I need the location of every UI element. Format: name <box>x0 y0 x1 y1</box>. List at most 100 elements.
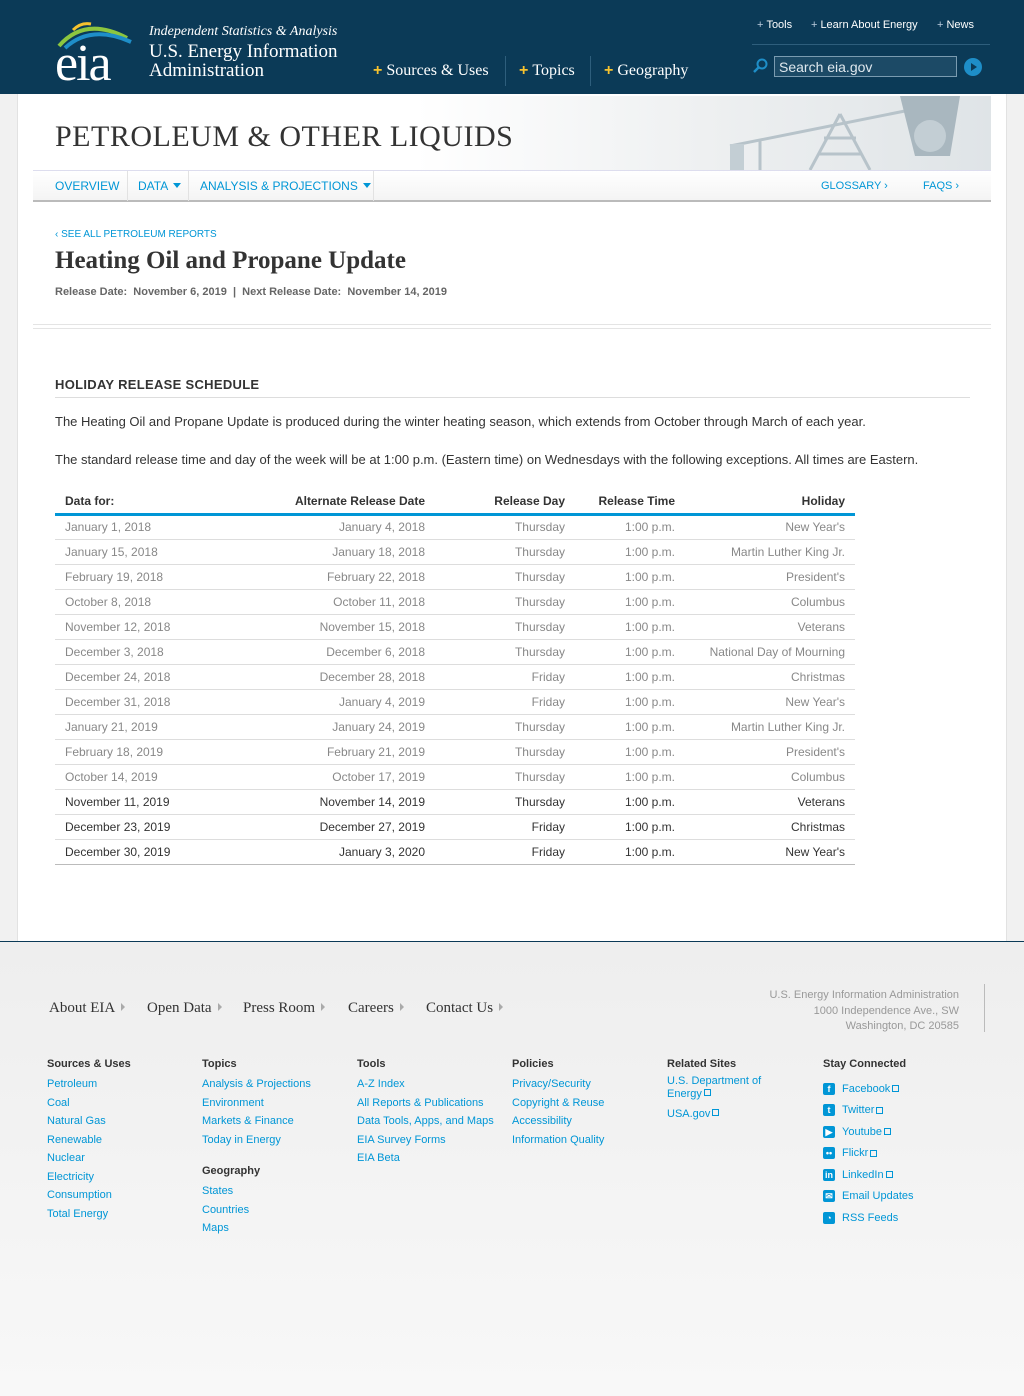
footer-link-open-data[interactable]: Open Data <box>147 1000 222 1017</box>
footer-link-accessibility[interactable]: Accessibility <box>512 1112 604 1131</box>
top-link-learn-about-energy[interactable]: + Learn About Energy <box>811 19 918 31</box>
footer-link-contact-us[interactable]: Contact Us <box>426 1000 504 1017</box>
section-title: PETROLEUM & OTHER LIQUIDS <box>55 120 514 153</box>
cell-holiday: Columbus <box>685 764 855 790</box>
social-rss-feeds[interactable]: ◔ RSS Feeds <box>823 1207 914 1229</box>
social-youtube[interactable]: ▶ Youtube <box>823 1121 914 1143</box>
cell-release-time: 1:00 p.m. <box>575 589 685 615</box>
search-submit-button[interactable] <box>964 58 982 76</box>
cell-data-for: December 3, 2018 <box>55 639 255 665</box>
cell-alternate-release-date: February 22, 2018 <box>255 564 435 590</box>
footer-col-heading: Tools <box>357 1058 386 1070</box>
cell-release-day: Thursday <box>435 789 575 815</box>
footer-link-about-eia[interactable]: About EIA <box>49 1000 126 1017</box>
footer-link-total-energy[interactable]: Total Energy <box>47 1205 131 1224</box>
footer-link-natural-gas[interactable]: Natural Gas <box>47 1112 131 1131</box>
eia-logo[interactable]: eia <box>55 20 135 90</box>
footer-col-related-sites: Related Sites U.S. Department of Energy … <box>667 1058 777 1124</box>
cell-release-day: Friday <box>435 664 575 690</box>
footer-link-a-z-index[interactable]: A-Z Index <box>357 1075 494 1094</box>
nav-topics[interactable]: + Topics <box>519 62 575 80</box>
col-data-for: Data for: <box>55 489 255 516</box>
footer-link-environment[interactable]: Environment <box>202 1094 311 1113</box>
flickr-icon: •• <box>823 1147 835 1160</box>
footer-link-eia-beta[interactable]: EIA Beta <box>357 1149 494 1168</box>
cell-alternate-release-date: December 6, 2018 <box>255 639 435 665</box>
footer-link-electricity[interactable]: Electricity <box>47 1168 131 1187</box>
footer-link-petroleum[interactable]: Petroleum <box>47 1075 131 1094</box>
footer-link-countries[interactable]: Countries <box>202 1201 311 1220</box>
email-icon: ✉ <box>823 1190 835 1203</box>
release-separator: | <box>232 286 237 298</box>
social-facebook[interactable]: f Facebook <box>823 1078 914 1100</box>
footer-col-sources-uses: Sources & Uses Petroleum Coal Natural Ga… <box>47 1058 131 1223</box>
footer-link-renewable[interactable]: Renewable <box>47 1131 131 1150</box>
footer-link-nuclear[interactable]: Nuclear <box>47 1149 131 1168</box>
cell-release-time: 1:00 p.m. <box>575 789 685 815</box>
external-link-icon <box>883 1128 891 1136</box>
subnav-analysis-projections[interactable]: ANALYSIS & PROJECTIONS <box>200 179 371 193</box>
footer-link-department-of-energy[interactable]: U.S. Department of Energy <box>667 1075 777 1101</box>
footer-link-consumption[interactable]: Consumption <box>47 1186 131 1205</box>
release-date: November 6, 2019 <box>133 286 227 298</box>
cell-holiday: New Year's <box>685 514 855 540</box>
agency-name[interactable]: U.S. Energy Information Administration <box>149 42 369 80</box>
cell-alternate-release-date: December 27, 2019 <box>255 814 435 840</box>
cell-release-day: Thursday <box>435 514 575 540</box>
subnav-glossary[interactable]: GLOSSARY › <box>821 180 888 192</box>
chevron-right-icon <box>121 1003 126 1011</box>
cell-release-day: Friday <box>435 689 575 715</box>
footer-link-usa-gov[interactable]: USA.gov <box>667 1105 777 1124</box>
top-link-tools[interactable]: + Tools <box>757 19 792 31</box>
release-date-label: Release Date: <box>55 286 128 298</box>
cell-release-day: Thursday <box>435 739 575 765</box>
table-row: January 15, 2018 January 18, 2018 Thursday… <box>55 539 855 565</box>
footer-link-careers[interactable]: Careers <box>348 1000 404 1017</box>
see-all-reports-link[interactable]: ‹ SEE ALL PETROLEUM REPORTS <box>55 229 217 240</box>
table-row: October 14, 2019 October 17, 2019 Thursday… <box>55 764 855 790</box>
footer-link-today-in-energy[interactable]: Today in Energy <box>202 1131 311 1150</box>
linkedin-icon: in <box>823 1168 835 1181</box>
footer-link-survey-forms[interactable]: EIA Survey Forms <box>357 1131 494 1150</box>
cell-alternate-release-date: January 4, 2018 <box>255 514 435 540</box>
cell-data-for: December 24, 2018 <box>55 664 255 690</box>
footer-link-press-room[interactable]: Press Room <box>243 1000 326 1017</box>
top-link-news[interactable]: + News <box>937 19 974 31</box>
footer-col-heading: Related Sites <box>667 1058 737 1070</box>
footer-link-information-quality[interactable]: Information Quality <box>512 1131 604 1150</box>
nav-geography[interactable]: + Geography <box>604 62 688 80</box>
schedule-exceptions-note: The standard release time and day of the… <box>55 452 919 467</box>
nav-sources-uses[interactable]: + Sources & Uses <box>373 62 489 80</box>
chevron-down-icon <box>173 183 182 188</box>
cell-release-day: Friday <box>435 814 575 840</box>
footer-link-all-reports[interactable]: All Reports & Publications <box>357 1094 494 1113</box>
tagline: Independent Statistics & Analysis <box>149 24 338 39</box>
social-linkedin[interactable]: in LinkedIn <box>823 1164 914 1186</box>
footer-link-states[interactable]: States <box>202 1182 311 1201</box>
footer-link-data-tools[interactable]: Data Tools, Apps, and Maps <box>357 1112 494 1131</box>
footer-link-coal[interactable]: Coal <box>47 1094 131 1113</box>
address-line: 1000 Independence Ave., SW <box>813 1004 959 1017</box>
footer-link-analysis-projections[interactable]: Analysis & Projections <box>202 1075 311 1094</box>
cell-holiday: Veterans <box>685 614 855 640</box>
subnav-data[interactable]: DATA <box>138 179 182 193</box>
subnav-overview[interactable]: OVERVIEW <box>55 179 119 193</box>
footer-link-markets-finance[interactable]: Markets & Finance <box>202 1112 311 1131</box>
col-holiday: Holiday <box>685 489 855 516</box>
cell-release-day: Thursday <box>435 564 575 590</box>
social-flickr[interactable]: •• Flickr <box>823 1143 914 1165</box>
cell-release-time: 1:00 p.m. <box>575 639 685 665</box>
subnav-faqs[interactable]: FAQS › <box>923 180 959 192</box>
footer-link-privacy-security[interactable]: Privacy/Security <box>512 1075 604 1094</box>
footer-link-maps[interactable]: Maps <box>202 1219 311 1238</box>
footer-col-topics: Topics Analysis & Projections Environmen… <box>202 1058 311 1238</box>
search-input[interactable] <box>774 56 957 77</box>
subnav-separator <box>188 171 189 201</box>
social-email-updates[interactable]: ✉ Email Updates <box>823 1186 914 1208</box>
footer-link-copyright-reuse[interactable]: Copyright & Reuse <box>512 1094 604 1113</box>
cell-data-for: December 31, 2018 <box>55 689 255 715</box>
cell-release-time: 1:00 p.m. <box>575 764 685 790</box>
social-twitter[interactable]: t Twitter <box>823 1100 914 1122</box>
footer-col-heading: Sources & Uses <box>47 1058 131 1070</box>
youtube-icon: ▶ <box>823 1125 835 1138</box>
